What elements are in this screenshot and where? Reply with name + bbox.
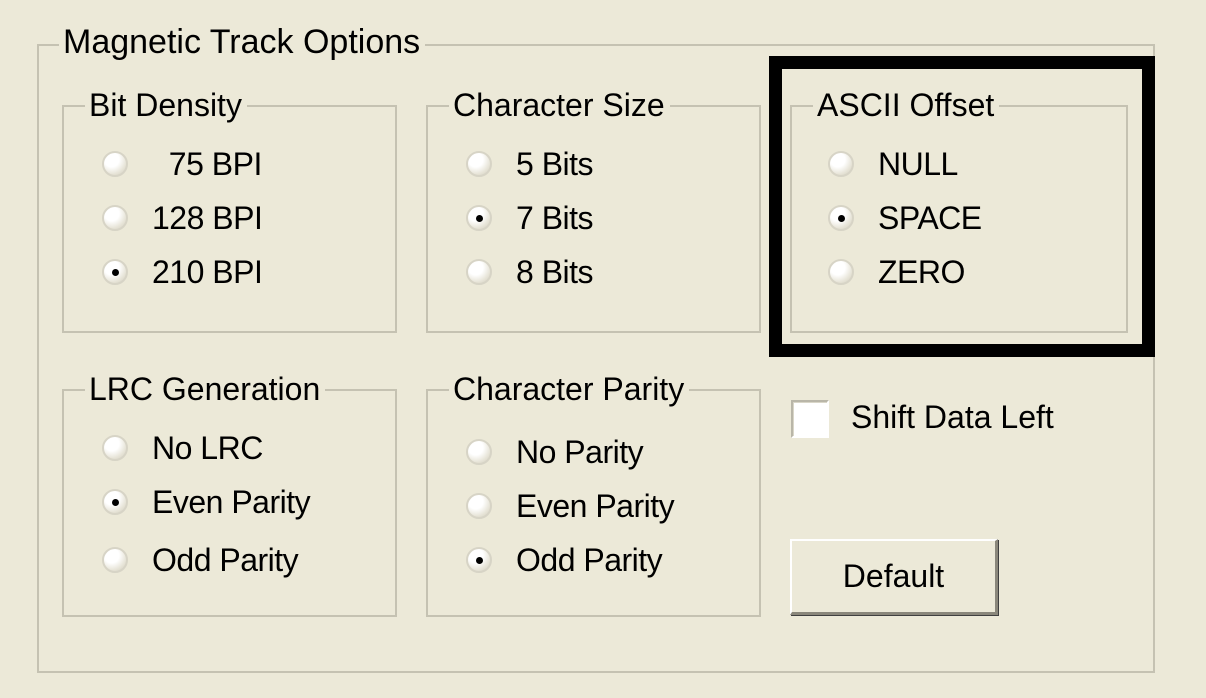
radio-button-icon[interactable] <box>102 547 128 573</box>
radio-label: Even Parity <box>152 483 311 520</box>
radio-no-parity[interactable]: No Parity <box>466 432 644 472</box>
radio-label: No Parity <box>516 433 644 470</box>
radio-dot-icon <box>111 498 119 506</box>
radio-button-icon[interactable] <box>466 259 492 285</box>
radio-label: Odd Parity <box>516 541 663 578</box>
radio-75-bpi[interactable]: 75 BPI <box>102 144 262 184</box>
radio-dot-icon <box>111 268 119 276</box>
magnetic-track-options-label: Magnetic Track Options <box>59 20 426 64</box>
lrc-generation-label: LRC Generation <box>85 367 326 411</box>
character-size-label: Character Size <box>449 83 670 127</box>
radio-label: 5 Bits <box>516 145 594 182</box>
ascii-offset-highlight-frame <box>769 56 1155 357</box>
radio-label: Odd Parity <box>152 541 299 578</box>
radio-dot-icon <box>475 214 483 222</box>
radio-label: 7 Bits <box>516 199 594 236</box>
shift-data-left-label: Shift Data Left <box>851 399 1054 435</box>
radio-label: No LRC <box>152 429 263 466</box>
radio-button-icon[interactable] <box>466 151 492 177</box>
radio-label: 8 Bits <box>516 253 594 290</box>
radio-label: Even Parity <box>516 487 675 524</box>
radio-button-icon[interactable] <box>102 205 128 231</box>
bit-density-label: Bit Density <box>85 83 247 127</box>
radio-label: 75 BPI <box>152 145 263 182</box>
radio-button-icon[interactable] <box>102 435 128 461</box>
default-button[interactable]: Default <box>790 539 998 615</box>
radio-5-bits[interactable]: 5 Bits <box>466 144 594 184</box>
radio-lrc-odd-parity[interactable]: Odd Parity <box>102 540 299 580</box>
radio-button-icon[interactable] <box>102 151 128 177</box>
radio-button-icon[interactable] <box>466 547 492 573</box>
radio-7-bits[interactable]: 7 Bits <box>466 198 594 238</box>
radio-button-icon[interactable] <box>102 489 128 515</box>
character-parity-label: Character Parity <box>449 367 690 411</box>
radio-label: 210 BPI <box>152 253 263 290</box>
shift-data-left-checkbox[interactable] <box>791 400 829 438</box>
radio-no-lrc[interactable]: No LRC <box>102 428 263 468</box>
radio-char-odd-parity[interactable]: Odd Parity <box>466 540 663 580</box>
radio-char-even-parity[interactable]: Even Parity <box>466 486 675 526</box>
radio-button-icon[interactable] <box>466 493 492 519</box>
radio-lrc-even-parity[interactable]: Even Parity <box>102 482 311 522</box>
radio-128-bpi[interactable]: 128 BPI <box>102 198 263 238</box>
radio-dot-icon <box>475 556 483 564</box>
radio-label: 128 BPI <box>152 199 263 236</box>
radio-button-icon[interactable] <box>466 439 492 465</box>
radio-8-bits[interactable]: 8 Bits <box>466 252 594 292</box>
radio-210-bpi[interactable]: 210 BPI <box>102 252 263 292</box>
radio-button-icon[interactable] <box>466 205 492 231</box>
radio-button-icon[interactable] <box>102 259 128 285</box>
